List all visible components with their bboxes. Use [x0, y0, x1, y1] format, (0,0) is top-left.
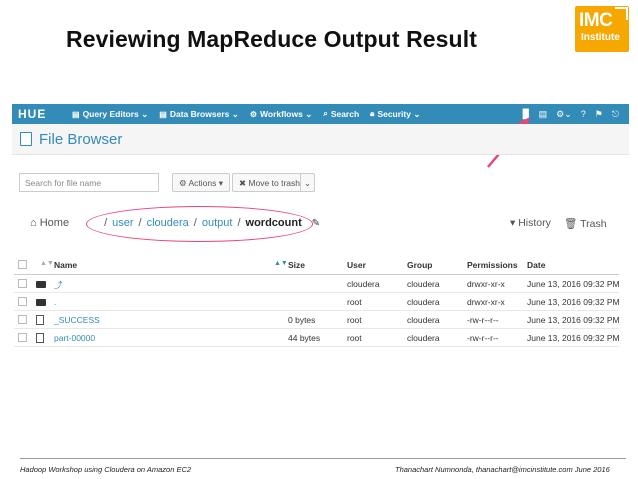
- settings-icon[interactable]: ⚙⌄: [556, 109, 572, 120]
- row-name[interactable]: .: [54, 297, 56, 307]
- nav-search[interactable]: ⌕ Search: [323, 109, 359, 119]
- sort-icon[interactable]: ▲▼: [40, 260, 54, 267]
- file-browser-header: File Browser: [12, 124, 629, 155]
- move-to-trash-button[interactable]: ✖ Move to trash: [232, 173, 307, 192]
- workflows-icon: ⚙: [249, 109, 258, 119]
- admin-icon[interactable]: ⚑: [595, 109, 603, 120]
- file-table: ▲▼ Name ▲▼ Size User Group Permissions D…: [14, 256, 620, 347]
- row-checkbox[interactable]: [18, 279, 27, 288]
- row-name-link[interactable]: part-00000: [54, 333, 95, 343]
- file-icon: [36, 315, 44, 327]
- row-date: June 13, 2016 09:32 PM: [527, 315, 620, 325]
- trash-button[interactable]: 🗑︎ Trash: [564, 217, 607, 230]
- logo-sub-text: Institute: [581, 32, 620, 43]
- nav-workflows-label: Workflows ⌄: [260, 108, 313, 119]
- folder-icon: [36, 297, 46, 307]
- row-permissions: -rw-r--r--: [467, 333, 499, 343]
- row-size: 0 bytes: [288, 315, 316, 325]
- footer-divider: [20, 458, 626, 459]
- file-icon: [36, 333, 44, 345]
- security-icon: 🔒︎: [370, 109, 375, 118]
- breadcrumb-home-label: Home: [39, 217, 70, 229]
- annotation-oval: [86, 206, 313, 242]
- row-checkbox[interactable]: [18, 297, 27, 306]
- folder-icon: [36, 279, 46, 289]
- col-permissions-header[interactable]: Permissions: [467, 260, 518, 270]
- row-date: June 13, 2016 09:32 PM: [527, 297, 620, 307]
- nav-security[interactable]: 🔒︎ Security ⌄: [370, 109, 420, 120]
- nav-search-label: Search: [330, 109, 360, 119]
- row-date: June 13, 2016 09:32 PM: [527, 333, 620, 343]
- row-group: cloudera: [407, 279, 440, 289]
- nav-data-browsers-label: Data Browsers ⌄: [169, 108, 239, 119]
- row-name-link[interactable]: _SUCCESS: [54, 315, 100, 325]
- col-group-header[interactable]: Group: [407, 260, 433, 270]
- table-row[interactable]: . root cloudera drwxr-xr-x June 13, 2016…: [14, 293, 620, 311]
- table-row[interactable]: part-00000 44 bytes root cloudera -rw-r-…: [14, 329, 620, 347]
- nav-workflows[interactable]: ⚙ Workflows ⌄: [250, 109, 312, 120]
- row-size: 44 bytes: [288, 333, 321, 343]
- nav-data-browsers[interactable]: ▤ Data Browsers ⌄: [159, 109, 239, 120]
- row-date: June 13, 2016 09:32 PM: [527, 279, 620, 289]
- table-row[interactable]: _SUCCESS 0 bytes root cloudera -rw-r--r-…: [14, 311, 620, 329]
- row-checkbox[interactable]: [18, 333, 27, 342]
- query-editors-icon: ▤: [72, 109, 80, 119]
- slide-title: Reviewing MapReduce Output Result: [66, 26, 477, 52]
- row-permissions: drwxr-xr-x: [467, 279, 505, 289]
- row-name[interactable]: ⤴: [54, 279, 63, 291]
- file-browser-title: File Browser: [39, 130, 123, 148]
- row-checkbox[interactable]: [18, 315, 27, 324]
- col-date-header[interactable]: Date: [527, 260, 545, 270]
- row-user: root: [347, 333, 362, 343]
- col-name-header[interactable]: Name: [54, 260, 77, 270]
- logo-main-text: IMC: [579, 10, 613, 31]
- search-input[interactable]: Search for file name: [19, 173, 159, 192]
- row-group: cloudera: [407, 315, 440, 325]
- move-to-trash-dropdown[interactable]: ⌄: [300, 173, 316, 192]
- row-user: cloudera: [347, 279, 380, 289]
- row-name-link[interactable]: .: [54, 297, 56, 307]
- logout-icon[interactable]: ⎋: [612, 109, 619, 120]
- search-icon: ⌕: [323, 109, 328, 118]
- nav-security-label: Security ⌄: [377, 108, 421, 119]
- row-group: cloudera: [407, 333, 440, 343]
- nav-query-editors-label: Query Editors ⌄: [82, 108, 149, 119]
- data-browsers-icon: ▤: [159, 109, 167, 119]
- row-permissions: drwxr-xr-x: [467, 297, 505, 307]
- home-icon: ⌂: [30, 217, 37, 229]
- row-name[interactable]: _SUCCESS: [54, 315, 100, 325]
- trash-icon: 🗑︎: [564, 218, 578, 230]
- footer-left-text: Hadoop Workshop using Cloudera on Amazon…: [20, 465, 192, 474]
- document-icon: [20, 132, 32, 146]
- col-size-header[interactable]: Size: [288, 260, 305, 270]
- col-user-header[interactable]: User: [347, 260, 366, 270]
- row-permissions: -rw-r--r--: [467, 315, 499, 325]
- actions-button[interactable]: ⚙ Actions ▾: [172, 173, 231, 192]
- table-row[interactable]: ⤴ cloudera cloudera drwxr-xr-x June 13, …: [14, 275, 620, 293]
- footer-right-text: Thanachart Numnonda, thanachart@imcinsti…: [395, 465, 610, 474]
- row-user: root: [347, 315, 362, 325]
- history-button[interactable]: ▾ History: [510, 217, 551, 229]
- row-user: root: [347, 297, 362, 307]
- breadcrumb-home[interactable]: ⌂ Home: [30, 217, 69, 229]
- row-group: cloudera: [407, 297, 440, 307]
- trash-label: Trash: [580, 218, 607, 230]
- table-header-row: ▲▼ Name ▲▼ Size User Group Permissions D…: [14, 256, 619, 275]
- sort-active-icon[interactable]: ▲▼: [274, 260, 288, 267]
- chevron-down-icon: ⌄: [304, 178, 312, 188]
- help-icon[interactable]: ?: [581, 109, 586, 119]
- imc-institute-logo: IMC Institute: [575, 6, 629, 52]
- hue-logo[interactable]: HUE: [12, 107, 72, 121]
- nav-query-editors[interactable]: ▤ Query Editors ⌄: [72, 109, 148, 120]
- select-all-checkbox[interactable]: [18, 260, 27, 269]
- row-name[interactable]: part-00000: [54, 333, 95, 343]
- row-name-link[interactable]: ⤴: [54, 280, 63, 290]
